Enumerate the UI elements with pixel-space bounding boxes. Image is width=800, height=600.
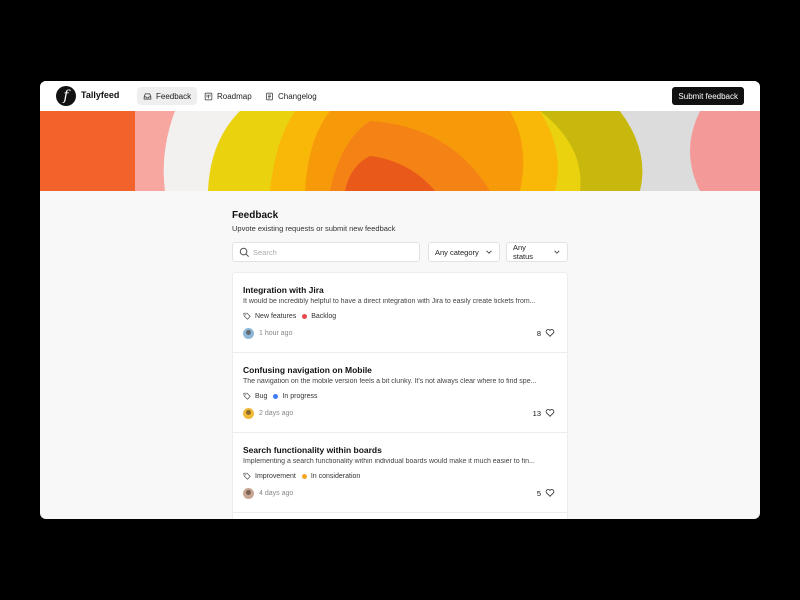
feedback-description: It would be incredibly helpful to have a… <box>243 298 536 305</box>
feedback-category: Improvement <box>255 472 296 480</box>
feedback-list: Integration with Jira It would be incred… <box>232 272 568 519</box>
vote-count: 8 <box>536 328 541 338</box>
feedback-description: The navigation on the mobile version fee… <box>243 378 537 385</box>
status-dot <box>301 473 307 479</box>
tab-roadmap-label: Roadmap <box>217 91 252 101</box>
feedback-meta: Bug In progress <box>243 392 318 400</box>
feedback-meta: Improvement In consideration <box>243 472 360 480</box>
top-navbar: f Tallyfeed Feedback Roadmap Changelog S… <box>40 81 760 111</box>
heart-icon <box>545 489 555 497</box>
feedback-title: Confusing navigation on Mobile <box>243 365 372 375</box>
document-icon <box>266 92 273 100</box>
feedback-status: In progress <box>282 392 318 400</box>
vote-count: 5 <box>536 488 541 498</box>
feedback-time: 2 days ago <box>259 410 294 417</box>
feedback-card[interactable]: Confusing navigation on Mobile The navig… <box>233 353 567 433</box>
feedback-card[interactable]: Integration with Jira It would be incred… <box>233 273 567 353</box>
heart-icon <box>545 409 555 417</box>
search-input[interactable] <box>253 246 413 258</box>
feedback-status: In consideration <box>310 472 361 480</box>
app-window: f Tallyfeed Feedback Roadmap Changelog S… <box>40 81 760 519</box>
feedback-card[interactable]: Search functionality within boards Imple… <box>233 433 567 513</box>
upvote-button[interactable]: 13 <box>533 408 555 418</box>
board-icon <box>204 92 213 100</box>
upvote-button[interactable]: 5 <box>537 488 555 498</box>
search-icon <box>239 247 249 257</box>
submit-feedback-button[interactable]: Submit feedback <box>672 87 744 105</box>
tab-roadmap[interactable]: Roadmap <box>198 87 258 105</box>
status-select-value: Any status <box>513 243 534 261</box>
hero-banner <box>40 111 760 191</box>
tab-feedback[interactable]: Feedback <box>137 87 198 105</box>
feedback-category: New features <box>255 312 297 320</box>
feedback-status: Backlog <box>311 312 337 320</box>
brand-name: Tallyfeed <box>81 90 120 100</box>
feedback-time: 4 days ago <box>259 490 294 497</box>
inbox-icon <box>143 93 152 99</box>
search-box[interactable] <box>232 242 420 262</box>
feedback-time: 1 hour ago <box>259 330 293 337</box>
tab-changelog[interactable]: Changelog <box>259 87 323 105</box>
feedback-category: Bug <box>255 392 268 400</box>
page-subtitle: Upvote existing requests or submit new f… <box>232 224 396 233</box>
vote-count: 13 <box>532 408 541 418</box>
abstract-banner-image <box>40 111 760 191</box>
tab-feedback-label: Feedback <box>156 91 192 101</box>
chevron-down-icon <box>486 250 492 254</box>
feedback-title: Search functionality within boards <box>243 445 382 455</box>
feedback-footer: 4 days ago <box>243 488 293 499</box>
tab-changelog-label: Changelog <box>278 91 317 101</box>
category-select-value: Any category <box>435 247 479 257</box>
status-select[interactable]: Any status <box>506 242 568 262</box>
feedback-footer: 2 days ago <box>243 408 293 419</box>
upvote-button[interactable]: 8 <box>537 328 555 338</box>
feedback-meta: New features Backlog <box>243 312 336 320</box>
feedback-title: Integration with Jira <box>243 285 324 295</box>
chevron-down-icon <box>554 250 560 254</box>
feedback-description: Implementing a search functionality with… <box>243 458 535 465</box>
category-select[interactable]: Any category <box>428 242 500 262</box>
tag-icon <box>243 472 251 480</box>
logo-icon[interactable]: f <box>56 86 76 106</box>
feedback-footer: 1 hour ago <box>243 328 292 339</box>
heart-icon <box>545 329 555 337</box>
avatar <box>243 328 254 339</box>
tag-icon <box>243 392 251 400</box>
status-dot <box>273 393 279 399</box>
page-title: Feedback <box>232 210 279 221</box>
tag-icon <box>243 312 251 320</box>
avatar <box>243 408 254 419</box>
avatar <box>243 488 254 499</box>
status-dot <box>302 313 308 319</box>
